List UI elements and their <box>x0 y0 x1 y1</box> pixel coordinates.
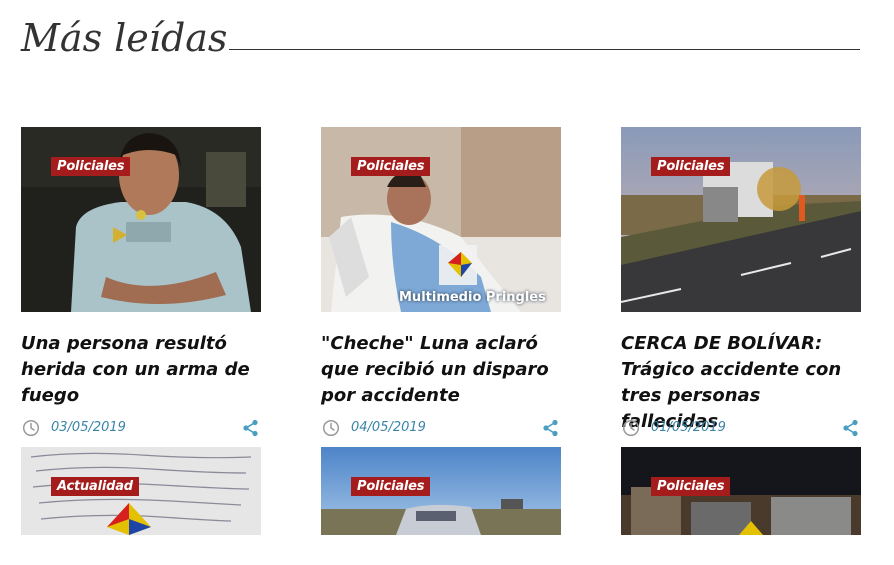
share-icon[interactable] <box>242 419 259 437</box>
article-meta: 04/05/2019 <box>321 418 561 438</box>
thumbnail-image <box>21 127 261 312</box>
article-card[interactable]: Policiales <box>321 447 561 535</box>
article-card[interactable]: Policiales CERCA DE BOLÍVAR: Trágico acc… <box>621 127 861 438</box>
category-tag[interactable]: Policiales <box>651 157 731 176</box>
clock-icon <box>322 419 340 437</box>
article-date: 04/05/2019 <box>351 420 426 435</box>
article-title[interactable]: "Cheche" Luna aclaró que recibió un disp… <box>321 331 561 413</box>
article-card[interactable]: Policiales Una persona resultó herida co… <box>21 127 261 438</box>
article-thumbnail[interactable]: Multimedio Pringles Policiales <box>321 127 561 312</box>
clock-icon <box>622 419 640 437</box>
thumbnail-watermark: Multimedio Pringles <box>399 290 546 305</box>
article-date: 03/05/2019 <box>51 420 126 435</box>
article-card[interactable]: Policiales <box>621 447 861 535</box>
article-date: 01/05/2019 <box>651 420 726 435</box>
article-card[interactable]: Actualidad <box>21 447 261 535</box>
thumbnail-image <box>621 127 861 312</box>
article-meta: 01/05/2019 <box>621 418 861 438</box>
share-icon[interactable] <box>842 419 859 437</box>
article-thumbnail[interactable]: Actualidad <box>21 447 261 535</box>
category-tag[interactable]: Policiales <box>351 477 431 496</box>
clock-icon <box>22 419 40 437</box>
category-tag[interactable]: Policiales <box>351 157 431 176</box>
section-header: Más leídas <box>21 14 860 64</box>
article-thumbnail[interactable]: Policiales <box>21 127 261 312</box>
article-title[interactable]: CERCA DE BOLÍVAR: Trágico accidente con … <box>621 331 861 432</box>
article-thumbnail[interactable]: Policiales <box>621 127 861 312</box>
category-tag[interactable]: Policiales <box>51 157 131 176</box>
article-meta: 03/05/2019 <box>21 418 261 438</box>
share-icon[interactable] <box>542 419 559 437</box>
thumbnail-image <box>321 127 561 312</box>
section-title-rule <box>229 49 860 50</box>
article-thumbnail[interactable]: Policiales <box>321 447 561 535</box>
article-thumbnail[interactable]: Policiales <box>621 447 861 535</box>
category-tag[interactable]: Actualidad <box>51 477 139 496</box>
article-title[interactable]: Una persona resultó herida con un arma d… <box>21 331 261 413</box>
category-tag[interactable]: Policiales <box>651 477 731 496</box>
article-card[interactable]: Multimedio Pringles Policiales "Cheche" … <box>321 127 561 438</box>
section-title: Más leídas <box>21 16 228 60</box>
